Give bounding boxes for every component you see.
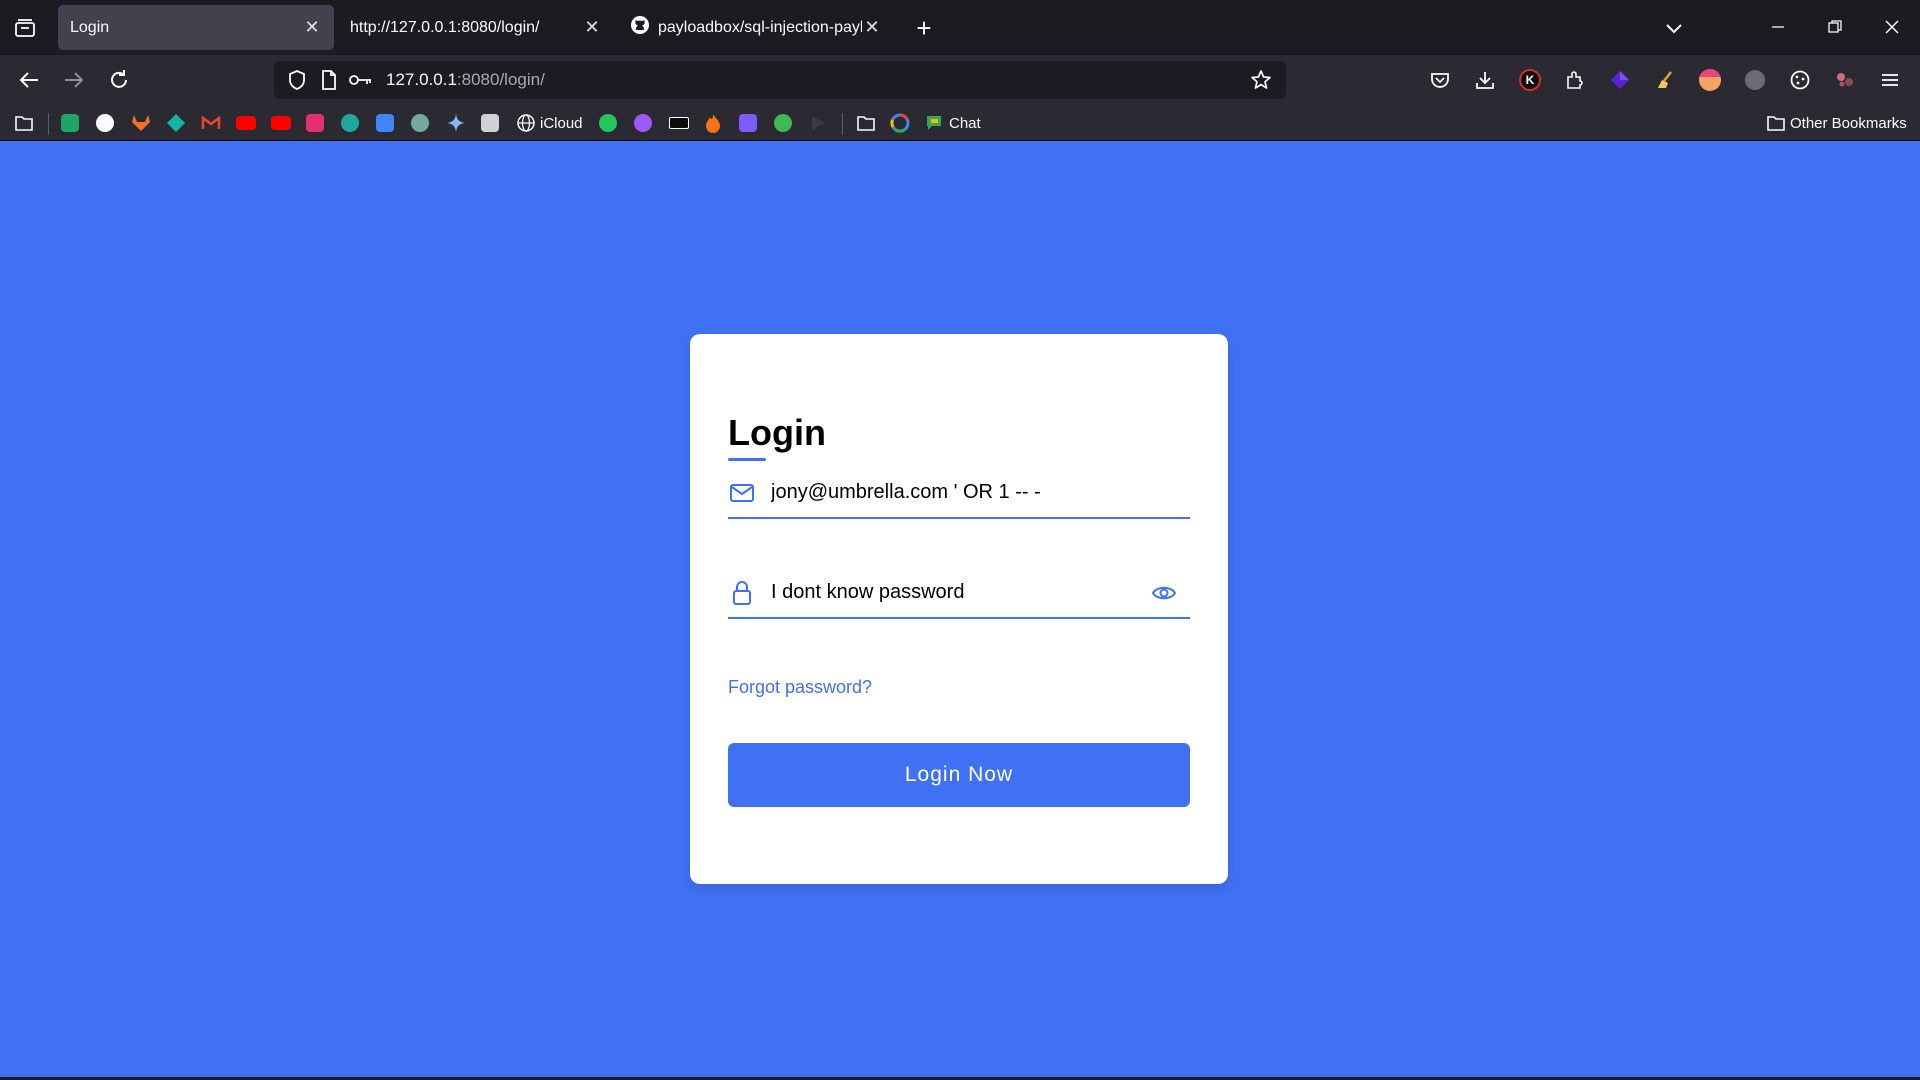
purple-circle-bookmark-icon[interactable] <box>634 113 652 133</box>
close-tab-icon[interactable]: ✕ <box>862 17 882 38</box>
icloud-bookmark[interactable]: iCloud <box>516 113 583 133</box>
green-robot-bookmark-icon[interactable] <box>774 113 792 133</box>
pocket-icon[interactable] <box>1428 68 1452 92</box>
chatgpt-bookmark-icon[interactable] <box>411 113 429 133</box>
address-bar[interactable]: 127.0.0.1:8080/login/ <box>274 61 1286 99</box>
bookmarks-toolbar: iCloud Chat Other Bookmarks <box>0 105 1920 141</box>
bookmark-separator <box>48 113 49 135</box>
tracking-protection-shield-icon[interactable] <box>282 65 312 95</box>
tab-login[interactable]: Login ✕ <box>58 5 334 50</box>
minimize-icon[interactable] <box>1758 10 1798 44</box>
restore-icon[interactable] <box>1815 10 1855 44</box>
other-bookmarks[interactable]: Other Bookmarks <box>1766 113 1907 133</box>
close-tab-icon[interactable]: ✕ <box>302 17 322 38</box>
github-bookmark-icon[interactable] <box>96 113 114 133</box>
other-bookmarks-label: Other Bookmarks <box>1790 114 1907 132</box>
url-path: :8080/login/ <box>456 70 545 89</box>
dots-extension-icon[interactable] <box>1833 68 1857 92</box>
green-circle-bookmark-icon[interactable] <box>599 113 617 133</box>
bookmark-separator <box>842 113 843 135</box>
tab-title: payloadbox/sql-injection-payload-list <box>658 18 862 36</box>
back-icon[interactable] <box>14 65 44 95</box>
teal-diamond-bookmark-icon[interactable] <box>166 113 186 133</box>
play-bookmark-icon[interactable] <box>809 113 827 133</box>
lock-icon <box>728 579 756 607</box>
google-chat-icon <box>927 116 941 130</box>
globe-icon <box>517 114 535 132</box>
chat-bookmark-label: Chat <box>949 114 981 132</box>
navigation-toolbar: 127.0.0.1:8080/login/ K <box>0 55 1920 105</box>
folder-icon <box>1767 116 1785 131</box>
gemini-sparkle-bookmark-icon[interactable] <box>446 113 466 133</box>
cookie-icon[interactable] <box>1788 68 1812 92</box>
close-tab-icon[interactable]: ✕ <box>582 17 602 38</box>
gmail-bookmark-icon[interactable] <box>201 113 221 133</box>
email-input[interactable] <box>771 475 1141 509</box>
icloud-bookmark-label: iCloud <box>540 114 583 132</box>
chat-bookmark[interactable]: Chat <box>925 113 981 133</box>
purple-diamond-extension-icon[interactable] <box>1608 68 1632 92</box>
list-bookmark-icon[interactable] <box>739 113 757 133</box>
page-title: Login <box>728 412 826 453</box>
page-info-icon[interactable] <box>314 65 344 95</box>
dark-bar-bookmark-icon[interactable] <box>669 113 689 133</box>
hamburger-menu-icon[interactable] <box>1878 68 1902 92</box>
folder-icon[interactable] <box>856 113 876 133</box>
tab-title: Login <box>70 18 110 36</box>
title-underline <box>728 458 766 461</box>
show-password-eye-icon[interactable] <box>1150 579 1178 607</box>
key-icon[interactable] <box>346 65 376 95</box>
password-field <box>728 569 1190 619</box>
notes-bookmark-icon[interactable] <box>481 113 499 133</box>
tab-strip: Login ✕ http://127.0.0.1:8080/login/ ✕ p… <box>0 0 1920 55</box>
close-window-icon[interactable] <box>1872 10 1912 44</box>
github-icon <box>630 15 650 40</box>
k-extension-badge: K <box>1519 69 1541 91</box>
avatar-extension-icon[interactable] <box>1698 68 1722 92</box>
tab-title: http://127.0.0.1:8080/login/ <box>350 18 540 36</box>
tab-localhost-login[interactable]: http://127.0.0.1:8080/login/ ✕ <box>338 5 614 50</box>
email-field <box>728 469 1190 519</box>
instagram-bookmark-icon[interactable] <box>306 113 324 133</box>
extensions-puzzle-icon[interactable] <box>1563 68 1587 92</box>
new-tab-icon[interactable]: + <box>910 13 938 43</box>
login-now-button[interactable]: Login Now <box>728 743 1190 807</box>
bookmark-star-icon[interactable] <box>1246 65 1276 95</box>
google-classroom-bookmark-icon[interactable] <box>61 113 79 133</box>
chevron-down-icon[interactable] <box>1660 14 1688 42</box>
google-bookmark-icon[interactable] <box>890 113 910 133</box>
page-background: Login Forgot password? Login Now <box>0 141 1920 1077</box>
url-text[interactable]: 127.0.0.1:8080/login/ <box>386 70 545 90</box>
forgot-password-link[interactable]: Forgot password? <box>728 677 872 698</box>
tab-list-icon[interactable] <box>10 14 40 42</box>
teal-circle-bookmark-icon[interactable] <box>341 113 359 133</box>
password-input[interactable] <box>771 575 1141 609</box>
grey-circle-extension-icon[interactable] <box>1743 68 1767 92</box>
youtube-bookmark-icon-2[interactable] <box>271 113 291 133</box>
forward-icon[interactable] <box>59 65 89 95</box>
broom-extension-icon[interactable] <box>1653 68 1677 92</box>
blue-doc-bookmark-icon[interactable] <box>376 113 394 133</box>
k-extension-icon[interactable]: K <box>1518 68 1542 92</box>
downloads-icon[interactable] <box>1473 68 1497 92</box>
envelope-icon <box>728 479 756 507</box>
youtube-bookmark-icon[interactable] <box>236 113 256 133</box>
flame-bookmark-icon[interactable] <box>704 113 722 133</box>
url-host: 127.0.0.1 <box>386 70 457 89</box>
login-card: Login Forgot password? Login Now <box>690 334 1228 884</box>
gitlab-bookmark-icon[interactable] <box>131 113 151 133</box>
tab-payloadbox[interactable]: payloadbox/sql-injection-payload-list ✕ <box>618 5 894 50</box>
reload-icon[interactable] <box>104 65 134 95</box>
folder-icon[interactable] <box>14 113 34 133</box>
